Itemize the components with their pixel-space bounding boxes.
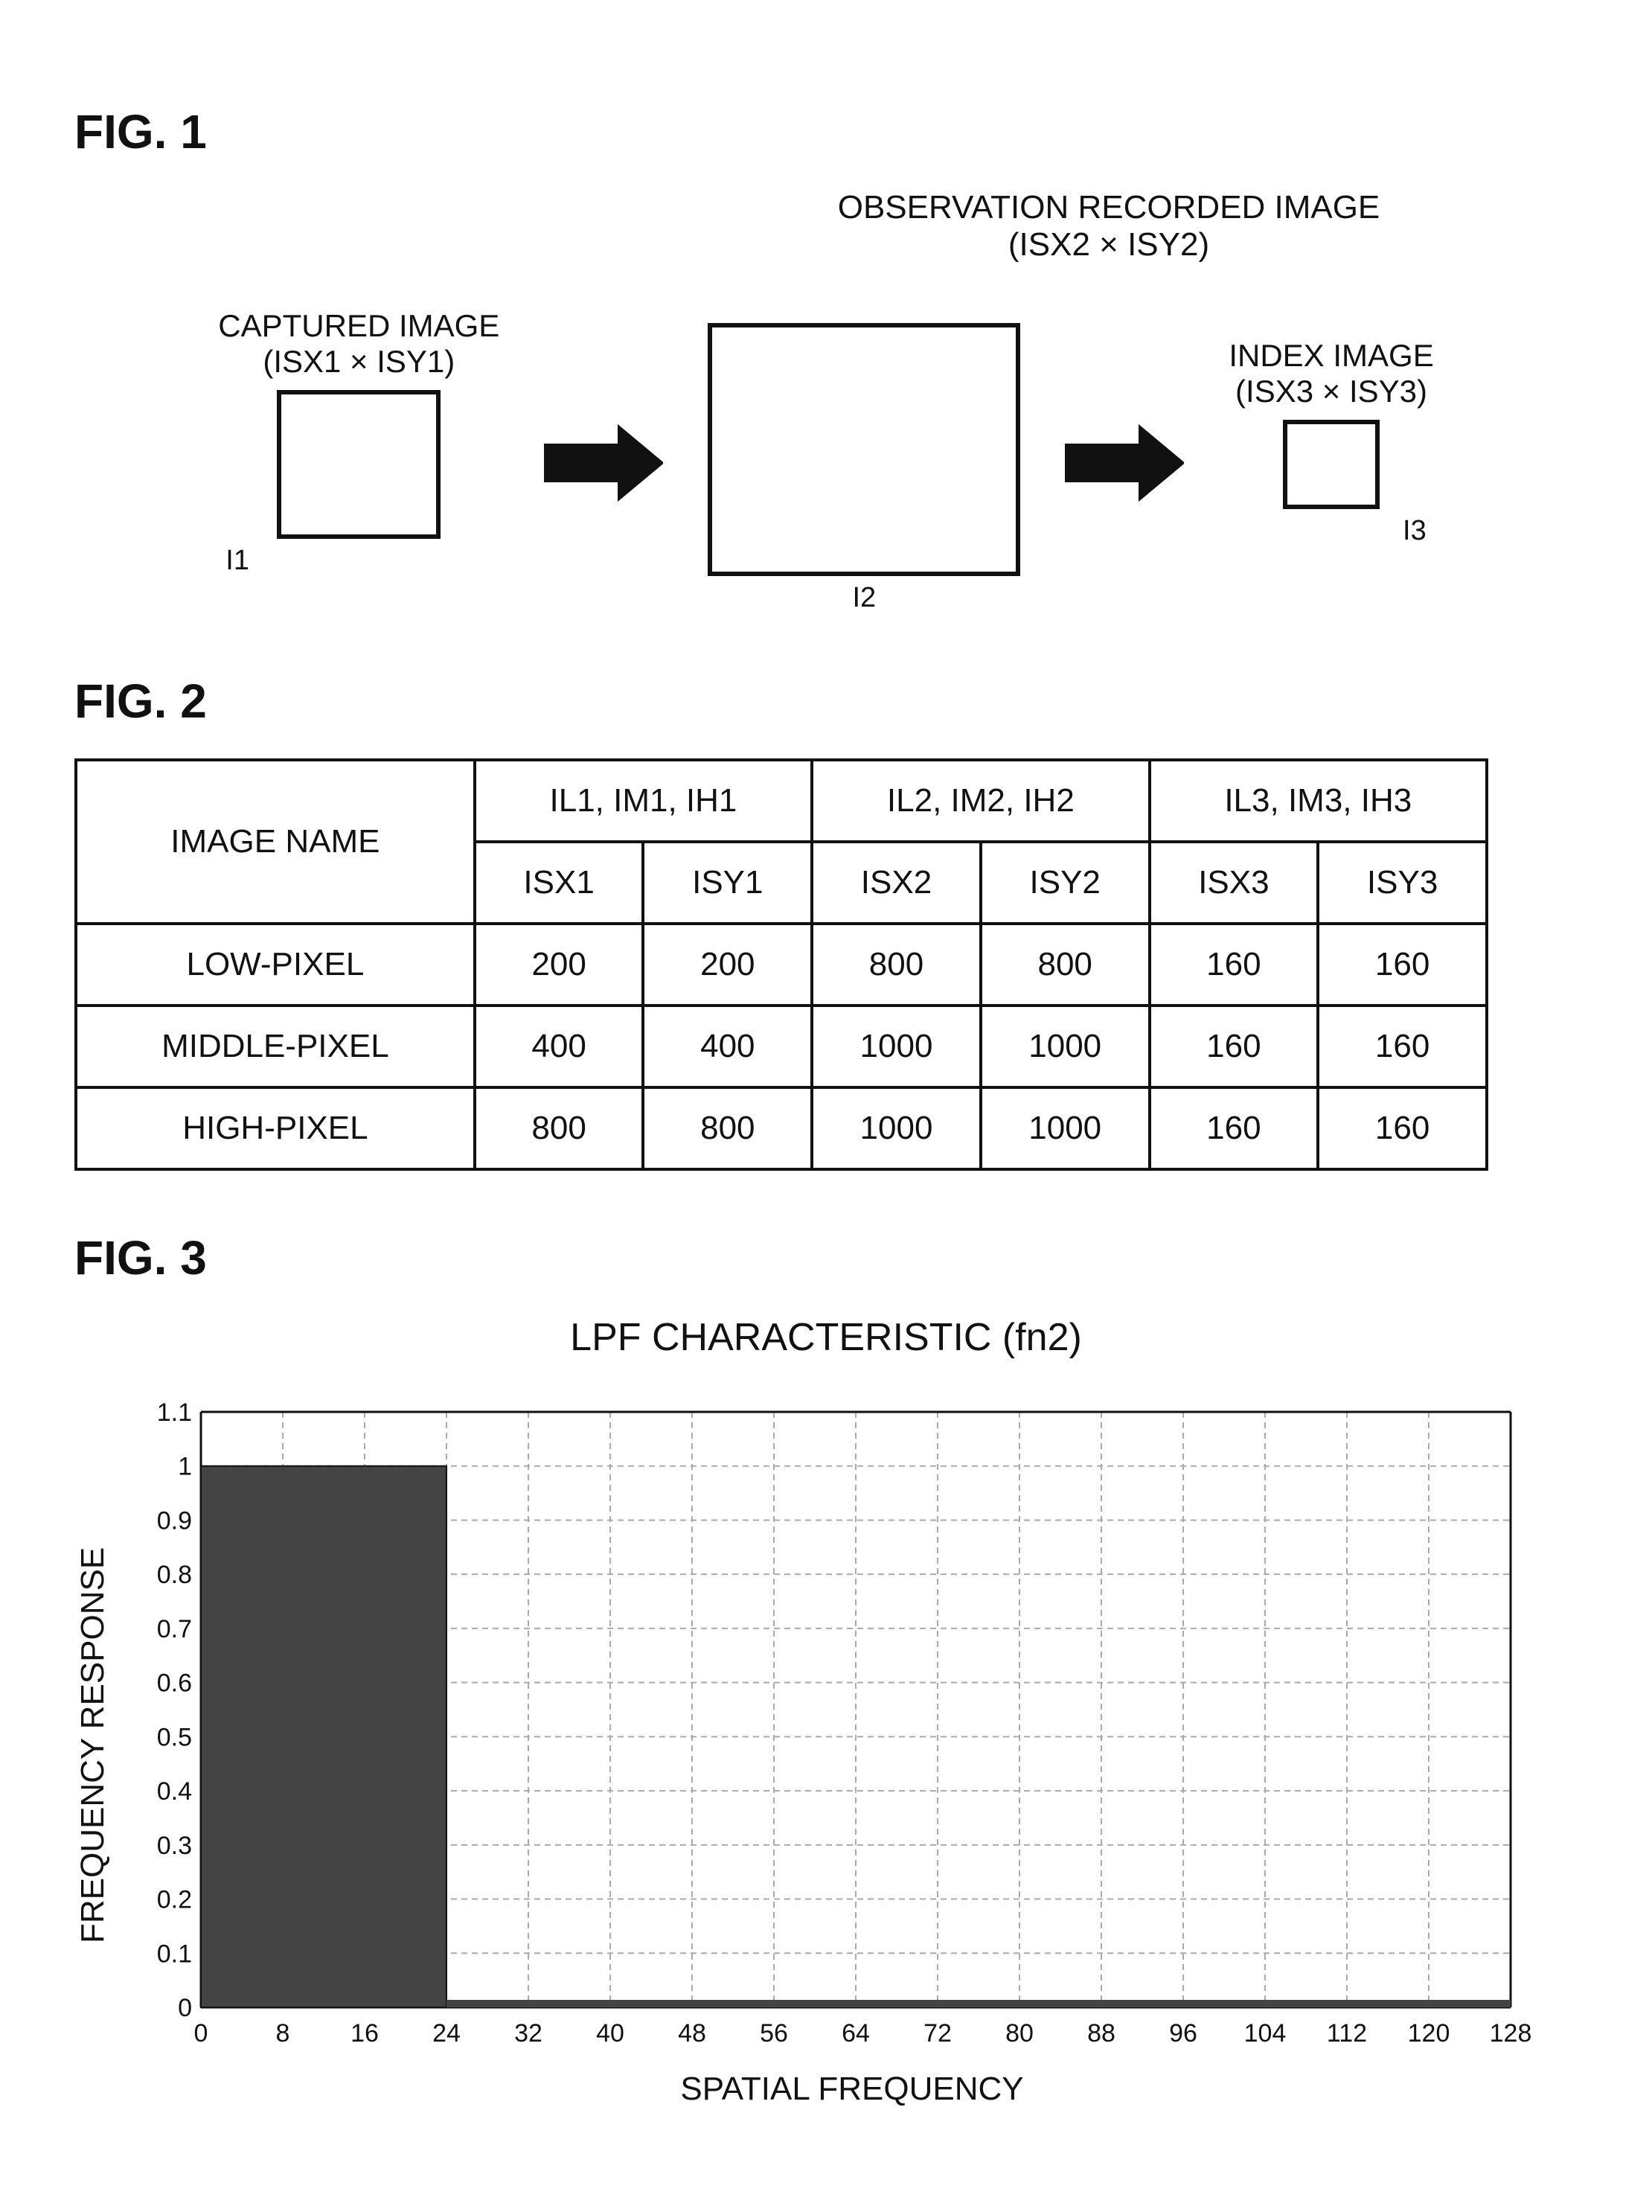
row-val-3: 1000 [981, 1006, 1150, 1087]
svg-text:112: 112 [1327, 2019, 1367, 2048]
row-label: HIGH-PIXEL [76, 1087, 475, 1169]
svg-text:1.1: 1.1 [157, 1399, 192, 1427]
svg-text:128: 128 [1490, 2019, 1532, 2048]
x-axis-label: SPATIAL FREQUENCY [127, 2071, 1578, 2108]
svg-text:0.6: 0.6 [157, 1669, 192, 1698]
col-image-name: IMAGE NAME [76, 760, 475, 924]
obs-label: OBSERVATION RECORDED IMAGE (ISX2 × ISY2) [838, 189, 1380, 263]
arrow2 [1065, 418, 1184, 511]
index-box [1283, 420, 1380, 509]
row-val-4: 160 [1150, 924, 1319, 1006]
svg-text:0.8: 0.8 [157, 1561, 192, 1589]
row-val-3: 800 [981, 924, 1150, 1006]
svg-text:32: 32 [514, 2019, 542, 2048]
svg-text:8: 8 [276, 2019, 290, 2048]
row-val-2: 1000 [812, 1087, 981, 1169]
row-val-0: 200 [475, 924, 644, 1006]
i3-label: I3 [1403, 515, 1427, 547]
fig3-section: FIG. 3 LPF CHARACTERISTIC (fn2) FREQUENC… [74, 1230, 1578, 2108]
svg-text:0: 0 [194, 2019, 208, 2048]
row-val-0: 800 [475, 1087, 644, 1169]
svg-text:0.7: 0.7 [157, 1615, 192, 1643]
fig2-table: IMAGE NAME IL1, IM1, IH1 IL2, IM2, IH2 I… [74, 758, 1488, 1171]
row-val-5: 160 [1318, 1087, 1487, 1169]
svg-text:64: 64 [842, 2019, 870, 2048]
captured-label: CAPTURED IMAGE (ISX1 × ISY1) [218, 308, 499, 380]
svg-text:0: 0 [178, 1994, 192, 2022]
i2-label: I2 [852, 582, 876, 614]
svg-text:56: 56 [760, 2019, 788, 2048]
table-body: LOW-PIXEL200200800800160160MIDDLE-PIXEL4… [76, 924, 1487, 1169]
fig1-row: CAPTURED IMAGE (ISX1 × ISY1) I1 I2 [218, 271, 1433, 614]
row-val-5: 160 [1318, 1006, 1487, 1087]
svg-text:88: 88 [1087, 2019, 1115, 2048]
row-val-2: 1000 [812, 1006, 981, 1087]
index-label: INDEX IMAGE (ISX3 × ISY3) [1229, 338, 1433, 409]
fig1-diagram: OBSERVATION RECORDED IMAGE (ISX2 × ISY2)… [74, 189, 1578, 614]
table-row: HIGH-PIXEL80080010001000160160 [76, 1087, 1487, 1169]
captured-box [277, 390, 441, 539]
row-val-1: 400 [643, 1006, 812, 1087]
row-val-4: 160 [1150, 1006, 1319, 1087]
col-il3: IL3, IM3, IH3 [1150, 760, 1487, 842]
chart-svg-wrapper: 0 8 16 24 32 40 48 56 64 72 80 88 96 104 112 120 128 0 0.1… [127, 1382, 1578, 2056]
chart-area: FREQUENCY RESPONSE 0 8 16 24 32 40 48 56 64 72 80 8… [74, 1382, 1578, 2108]
obs-box [708, 323, 1020, 576]
col-isy1: ISY1 [643, 842, 812, 924]
svg-text:24: 24 [432, 2019, 461, 2048]
svg-text:72: 72 [923, 2019, 952, 2048]
row-val-2: 800 [812, 924, 981, 1006]
index-image-item: INDEX IMAGE (ISX3 × ISY3) I3 [1229, 338, 1433, 547]
chart-inner: 0 8 16 24 32 40 48 56 64 72 80 88 96 104 112 120 128 0 0.1… [127, 1382, 1578, 2108]
arrow1 [544, 418, 663, 511]
svg-text:40: 40 [596, 2019, 624, 2048]
col-isx2: ISX2 [812, 842, 981, 924]
row-label: LOW-PIXEL [76, 924, 475, 1006]
col-isx1: ISX1 [475, 842, 644, 924]
chart-svg: 0 8 16 24 32 40 48 56 64 72 80 88 96 104 112 120 128 0 0.1… [127, 1382, 1540, 2052]
table-row: MIDDLE-PIXEL40040010001000160160 [76, 1006, 1487, 1087]
i1-label: I1 [225, 545, 249, 577]
svg-text:0.1: 0.1 [157, 1940, 192, 1968]
svg-text:0.3: 0.3 [157, 1832, 192, 1860]
svg-text:1: 1 [178, 1453, 192, 1481]
captured-image-item: CAPTURED IMAGE (ISX1 × ISY1) I1 [218, 308, 499, 577]
y-axis-label: FREQUENCY RESPONSE [74, 1382, 112, 2108]
col-il2: IL2, IM2, IH2 [812, 760, 1149, 842]
obs-image-item: I2 [708, 323, 1020, 614]
svg-text:120: 120 [1408, 2019, 1450, 2048]
col-isy2: ISY2 [981, 842, 1150, 924]
svg-text:104: 104 [1244, 2019, 1287, 2048]
fig3-label: FIG. 3 [74, 1230, 1578, 1285]
svg-text:0.9: 0.9 [157, 1506, 192, 1535]
svg-text:0.4: 0.4 [157, 1777, 192, 1806]
col-il1: IL1, IM1, IH1 [475, 760, 812, 842]
svg-text:80: 80 [1005, 2019, 1034, 2048]
fig1-section: FIG. 1 OBSERVATION RECORDED IMAGE (ISX2 … [74, 104, 1578, 614]
svg-text:0.5: 0.5 [157, 1723, 192, 1751]
row-val-4: 160 [1150, 1087, 1319, 1169]
chart-title: LPF CHARACTERISTIC (fn2) [74, 1315, 1578, 1360]
col-isx3: ISX3 [1150, 842, 1319, 924]
fig2-label: FIG. 2 [74, 674, 1578, 729]
table-row: LOW-PIXEL200200800800160160 [76, 924, 1487, 1006]
fig1-label: FIG. 1 [74, 104, 1578, 159]
row-val-1: 200 [643, 924, 812, 1006]
table-header-row1: IMAGE NAME IL1, IM1, IH1 IL2, IM2, IH2 I… [76, 760, 1487, 842]
row-val-5: 160 [1318, 924, 1487, 1006]
row-label: MIDDLE-PIXEL [76, 1006, 475, 1087]
svg-text:96: 96 [1169, 2019, 1197, 2048]
svg-text:0.2: 0.2 [157, 1886, 192, 1914]
svg-text:48: 48 [678, 2019, 706, 2048]
fig2-section: FIG. 2 IMAGE NAME IL1, IM1, IH1 IL2, IM2… [74, 674, 1578, 1171]
row-val-1: 800 [643, 1087, 812, 1169]
col-isy3: ISY3 [1318, 842, 1487, 924]
row-val-3: 1000 [981, 1087, 1150, 1169]
svg-text:16: 16 [350, 2019, 379, 2048]
row-val-0: 400 [475, 1006, 644, 1087]
